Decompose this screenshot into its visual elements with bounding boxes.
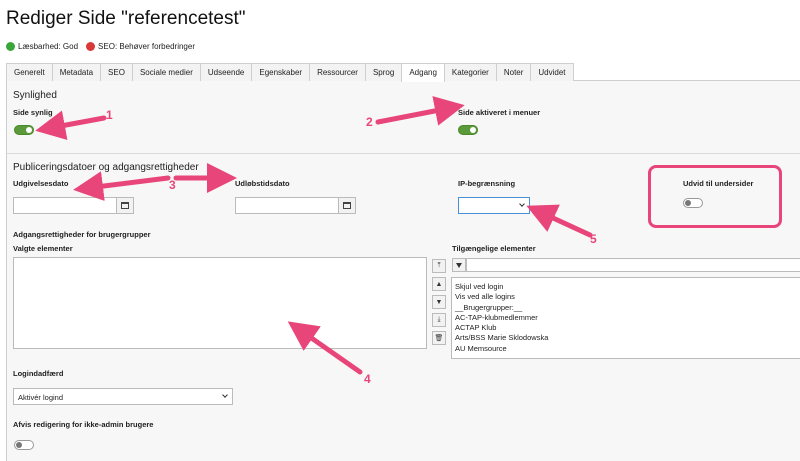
- tab-generelt[interactable]: Generelt: [6, 63, 53, 81]
- chevron-down-icon: [519, 201, 525, 207]
- tab-ressourcer[interactable]: Ressourcer: [309, 63, 366, 81]
- tab-sprog[interactable]: Sprog: [364, 63, 403, 81]
- tab-noter[interactable]: Noter: [495, 63, 532, 81]
- login-behavior-select[interactable]: Aktivér logind: [13, 388, 233, 405]
- list-item[interactable]: Arts/BSS Marie Sklodowska: [455, 333, 800, 343]
- tab-udvidet[interactable]: Udvidet: [530, 63, 574, 81]
- end-date-input[interactable]: [235, 197, 339, 214]
- smiley-bad-icon: [86, 42, 96, 51]
- calendar-icon: [343, 202, 351, 209]
- list-item[interactable]: Skjul ved login: [455, 282, 800, 292]
- tab-adgang[interactable]: Adgang: [401, 63, 445, 82]
- move-up-button[interactable]: ▲: [432, 277, 446, 291]
- annotation-3: 3: [169, 178, 176, 192]
- reject-editing-toggle[interactable]: [14, 440, 34, 450]
- menu-enabled-toggle[interactable]: [458, 125, 478, 135]
- publish-section-title: Publiceringsdatoer og adgangsrettigheder: [13, 162, 199, 173]
- chevron-down-icon: [222, 392, 228, 398]
- login-behavior-label: Logindadfærd: [13, 369, 64, 378]
- calendar-icon: [121, 202, 129, 209]
- trash-icon[interactable]: 🗑: [432, 331, 446, 345]
- end-date-label: Udløbstidsdato: [235, 179, 290, 188]
- end-date-picker-button[interactable]: [338, 197, 356, 214]
- menu-enabled-label: Side aktiveret i menuer: [458, 108, 541, 117]
- list-item[interactable]: AU Memsource: [455, 344, 800, 354]
- move-top-button[interactable]: ⤒: [432, 259, 446, 273]
- tab-metadata[interactable]: Metadata: [51, 63, 102, 81]
- tab-kategorier[interactable]: Kategorier: [443, 63, 497, 81]
- list-item[interactable]: Vis ved alle logins: [455, 292, 800, 302]
- highlight-box: [648, 165, 782, 228]
- selected-items-list[interactable]: [13, 257, 427, 349]
- filter-icon: [456, 262, 462, 268]
- ip-restriction-label: IP-begrænsning: [458, 179, 516, 188]
- tab-bar: Generelt Metadata SEO Sociale medier Uds…: [6, 63, 800, 82]
- annotation-2: 2: [366, 115, 373, 129]
- login-behavior-value: Aktivér logind: [18, 393, 64, 402]
- start-date-input[interactable]: [13, 197, 117, 214]
- list-item[interactable]: __Brugergrupper:__: [455, 303, 800, 313]
- list-item[interactable]: AC-TAP-klubmedlemmer: [455, 313, 800, 323]
- selected-items-label: Valgte elementer: [13, 244, 73, 253]
- available-items-label: Tilgængelige elementer: [452, 244, 536, 253]
- ip-restriction-select[interactable]: [458, 197, 530, 214]
- visibility-section-title: Synlighed: [13, 90, 57, 101]
- move-bottom-button[interactable]: ⤓: [432, 313, 446, 327]
- list-item[interactable]: ACTAP Klub: [455, 323, 800, 333]
- tab-sociale-medier[interactable]: Sociale medier: [131, 63, 201, 81]
- access-panel: Synlighed Side synlig Side aktiveret i m…: [6, 81, 800, 461]
- annotation-5: 5: [590, 232, 597, 246]
- filter-input[interactable]: [466, 258, 800, 272]
- readability-text: Læsbarhed: God: [18, 42, 79, 51]
- readability-status: Læsbarhed: God: [6, 42, 78, 51]
- start-date-picker-button[interactable]: [116, 197, 134, 214]
- reject-editing-label: Afvis redigering for ikke-admin brugere: [13, 420, 154, 429]
- move-down-button[interactable]: ▼: [432, 295, 446, 309]
- seo-status: SEO: Behøver forbedringer: [86, 42, 195, 51]
- page-visible-label: Side synlig: [13, 108, 53, 117]
- section-divider: [7, 153, 800, 154]
- seo-text: SEO: Behøver forbedringer: [98, 42, 195, 51]
- page-title: Rediger Side "referencetest": [6, 8, 246, 29]
- groups-section-label: Adgangsrettigheder for brugergrupper: [13, 230, 151, 239]
- smiley-good-icon: [6, 42, 15, 51]
- tab-udseende[interactable]: Udseende: [199, 63, 253, 81]
- annotation-1: 1: [106, 108, 113, 122]
- tab-seo[interactable]: SEO: [100, 63, 133, 81]
- tab-egenskaber[interactable]: Egenskaber: [251, 63, 311, 81]
- status-row: Læsbarhed: God SEO: Behøver forbedringer: [6, 42, 195, 51]
- start-date-label: Udgivelsesdato: [13, 179, 69, 188]
- annotation-4: 4: [364, 372, 371, 386]
- filter-button[interactable]: [452, 258, 466, 272]
- available-items-list[interactable]: Skjul ved login Vis ved alle logins __Br…: [451, 277, 800, 359]
- page-visible-toggle[interactable]: [14, 125, 34, 135]
